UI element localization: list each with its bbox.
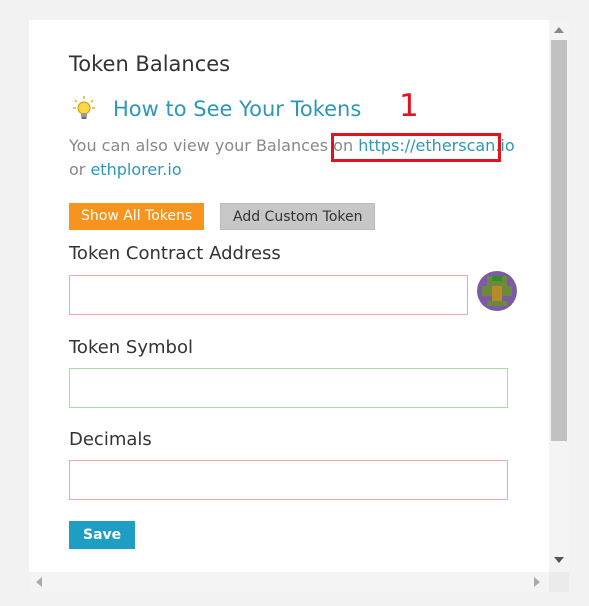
save-button[interactable]: Save bbox=[69, 521, 136, 549]
show-all-tokens-button[interactable]: Show All Tokens bbox=[69, 203, 205, 230]
annotation-highlight-box bbox=[331, 133, 501, 162]
token-balances-panel: Token Balances How to See Your Tokens 1 … bbox=[29, 20, 569, 592]
vertical-scrollbar[interactable] bbox=[549, 20, 569, 572]
page-title: Token Balances bbox=[69, 52, 231, 76]
info-prefix: You can also view your Balances on bbox=[69, 136, 359, 155]
token-symbol-label: Token Symbol bbox=[69, 337, 193, 358]
token-symbol-field[interactable] bbox=[69, 368, 508, 408]
scrollbar-corner bbox=[549, 572, 569, 592]
address-identicon bbox=[477, 271, 517, 311]
scroll-left-icon[interactable] bbox=[36, 577, 42, 587]
howto-row: How to See Your Tokens bbox=[73, 96, 361, 122]
scroll-right-icon[interactable] bbox=[534, 577, 540, 587]
annotation-number: 1 bbox=[399, 88, 419, 124]
vertical-scroll-thumb[interactable] bbox=[551, 40, 567, 441]
decimals-field[interactable] bbox=[69, 460, 508, 500]
add-custom-token-button[interactable]: Add Custom Token bbox=[220, 203, 376, 230]
contract-address-label: Token Contract Address bbox=[69, 243, 281, 264]
ethplorer-link[interactable]: ethplorer.io bbox=[90, 160, 181, 179]
contract-address-input[interactable] bbox=[70, 276, 467, 314]
info-middle: or bbox=[69, 160, 91, 179]
decimals-label: Decimals bbox=[69, 429, 152, 450]
contract-address-field[interactable] bbox=[69, 275, 468, 315]
lightbulb-icon bbox=[73, 96, 95, 122]
howto-link[interactable]: How to See Your Tokens bbox=[113, 97, 361, 121]
token-symbol-input[interactable] bbox=[70, 369, 507, 407]
scroll-down-icon[interactable] bbox=[554, 557, 564, 563]
horizontal-scrollbar[interactable] bbox=[29, 572, 549, 592]
scroll-up-icon[interactable] bbox=[554, 27, 564, 33]
decimals-input[interactable] bbox=[70, 461, 507, 499]
